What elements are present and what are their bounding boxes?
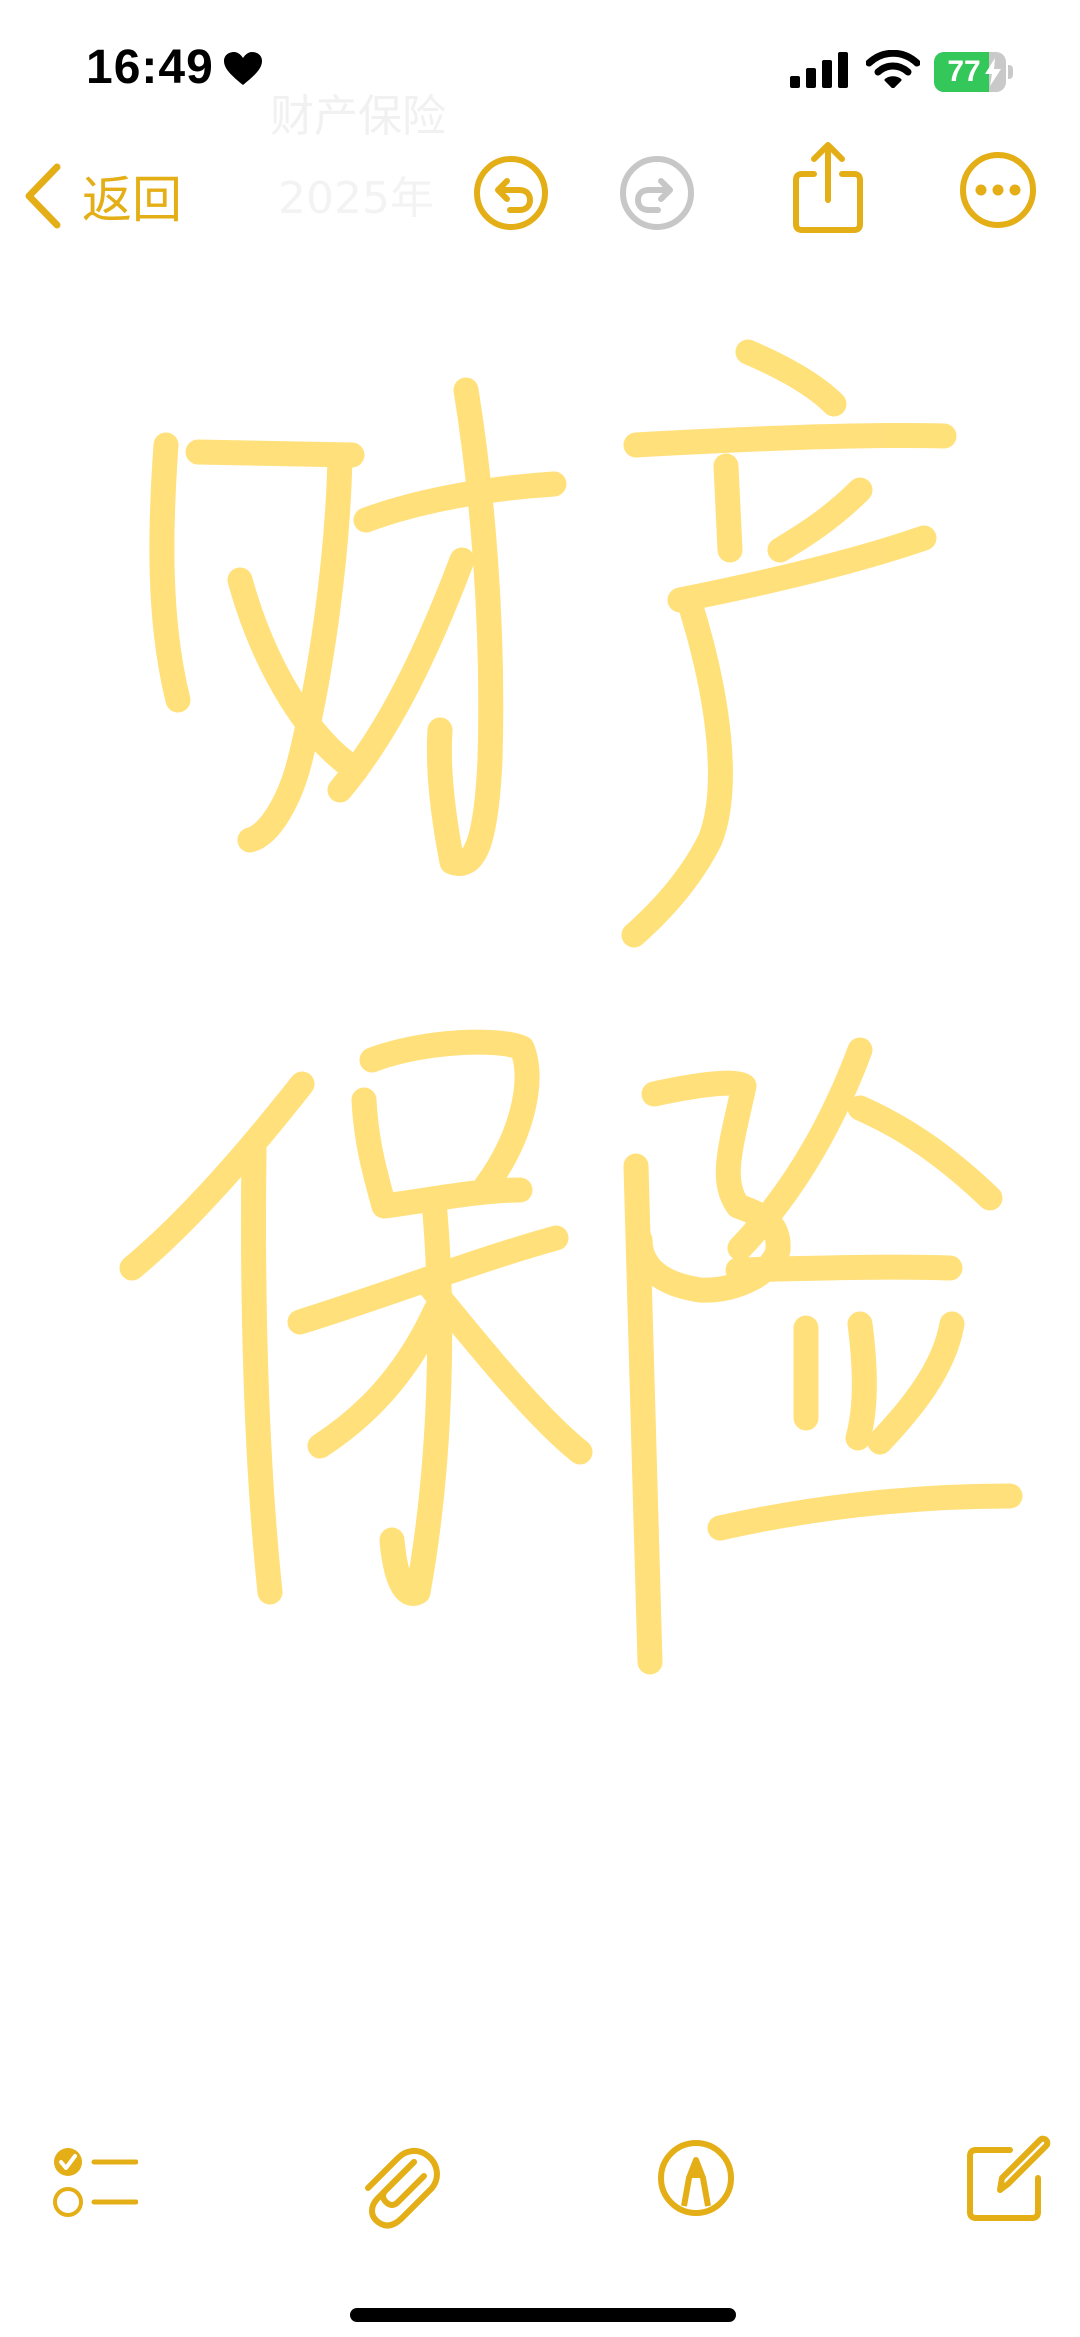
checklist-icon[interactable]	[52, 2144, 138, 2224]
share-icon[interactable]	[790, 140, 866, 236]
status-bar: 16:49 77	[0, 0, 1080, 140]
compose-icon[interactable]	[964, 2134, 1054, 2224]
chevron-left-icon	[25, 163, 61, 229]
back-button[interactable]: 返回	[22, 156, 182, 236]
nav-bar: 返回	[0, 140, 1080, 250]
signal-icon	[790, 52, 848, 88]
back-label: 返回	[82, 171, 182, 229]
redo-icon[interactable]	[618, 154, 696, 232]
more-icon[interactable]	[958, 150, 1038, 230]
attachment-icon[interactable]	[356, 2140, 440, 2230]
markup-pen-icon[interactable]	[656, 2138, 736, 2218]
bottom-toolbar	[0, 2130, 1080, 2260]
bolt-icon	[985, 58, 1001, 86]
home-indicator[interactable]	[350, 2308, 736, 2322]
heart-icon	[224, 52, 262, 85]
undo-icon[interactable]	[472, 154, 550, 232]
battery-icon: 77	[934, 52, 1014, 92]
wifi-icon	[866, 50, 920, 88]
handwriting-canvas[interactable]	[0, 290, 1080, 1740]
faded-note-title: 财产保险	[270, 91, 446, 142]
status-time: 16:49	[86, 41, 214, 94]
